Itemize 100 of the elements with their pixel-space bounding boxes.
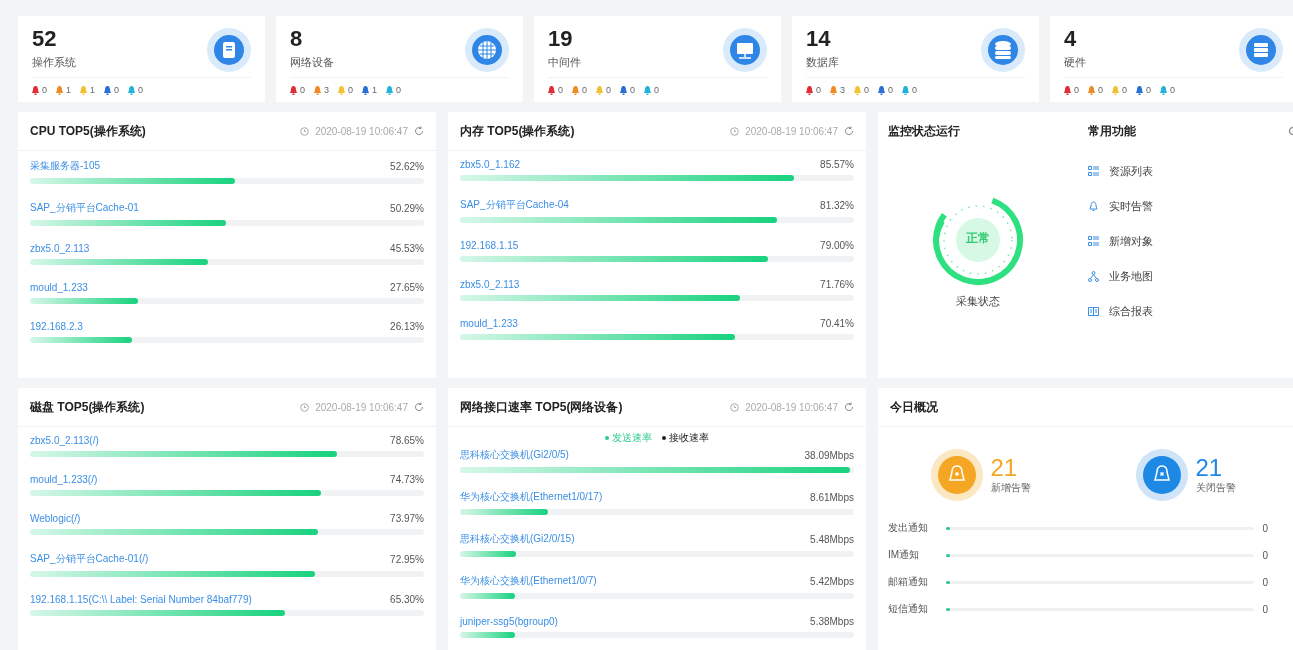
resource-link[interactable]: mould_1.233 (460, 318, 518, 329)
metric-value: 50.29% (390, 202, 424, 214)
refresh-icon[interactable] (844, 126, 854, 136)
resource-link[interactable]: zbx5.0_2.113 (460, 279, 520, 290)
sitemap-icon (1088, 271, 1099, 282)
alert-count: 1 (66, 85, 72, 95)
alert-count: 0 (606, 85, 612, 95)
legend-item: 发送速率 (605, 431, 652, 445)
alert-count: 0 (1170, 85, 1176, 95)
document-icon (214, 35, 244, 65)
resource-link[interactable]: SAP_分销平台Cache-01 (30, 201, 139, 215)
resource-link[interactable]: mould_1.233 (30, 282, 88, 293)
panel-title: 今日概况 (890, 398, 939, 416)
metric-value: 5.42Mbps (810, 575, 854, 587)
alert-count: 0 (114, 85, 120, 95)
resource-link[interactable]: 采集服务器-105 (30, 159, 100, 173)
count: 8 (290, 26, 303, 52)
monitor-icon (730, 35, 760, 65)
refresh-icon[interactable] (414, 126, 424, 136)
card-label: 操作系统 (32, 55, 77, 70)
metric-value: 74.73% (390, 474, 424, 485)
resource-link[interactable]: juniper-ssg5(bgroup0) (460, 616, 558, 627)
stat-count: 21 (990, 455, 1019, 481)
metric-value: 73.97% (390, 513, 424, 524)
metric-value: 5.48Mbps (810, 533, 854, 545)
notification-label: 短信通知 (888, 602, 929, 616)
bell-plus-icon (937, 456, 976, 494)
notification-count: 0 (1262, 603, 1268, 615)
resource-link[interactable]: 192.168.1.15(C:\\ Label: Serial Number 84baf779) (30, 594, 252, 605)
resource-link[interactable]: SAP_分销平台Cache-04 (460, 198, 569, 212)
resource-link[interactable]: zbx5.0_2.113 (30, 243, 90, 254)
alert-count: 0 (396, 85, 402, 95)
resource-link[interactable]: zbx5.0_1.162 (460, 159, 521, 170)
columns-icon (1088, 306, 1099, 317)
metric-value: 38.09Mbps (804, 449, 854, 461)
alert-count: 0 (558, 85, 563, 95)
clock-icon (300, 402, 310, 412)
metric-value: 8.61Mbps (810, 491, 854, 503)
alert-count: 0 (348, 85, 354, 95)
card-label: 硬件 (1064, 55, 1087, 70)
timestamp: 2020-08-19 10:06:47 (315, 125, 408, 137)
server-icon (1246, 35, 1276, 65)
metric-value: 71.76% (820, 279, 854, 290)
resource-link[interactable]: zbx5.0_2.113(/) (30, 435, 99, 446)
alert-count: 0 (912, 85, 918, 95)
panel-title: 常用功能 (1088, 122, 1137, 140)
alert-count: 1 (372, 85, 378, 95)
notification-count: 0 (1262, 522, 1268, 534)
timestamp: 2020-08-19 10:06:47 (745, 125, 838, 137)
stat-label: 新增告警 (990, 481, 1031, 495)
card-label: 网络设备 (290, 55, 335, 70)
list-icon (1088, 236, 1099, 247)
card-label: 中间件 (548, 55, 582, 70)
resource-link[interactable]: 华为核心交换机(Ethernet1/0/7) (460, 574, 597, 588)
alert-count: 0 (138, 85, 144, 95)
metric-value: 72.95% (390, 553, 424, 565)
alert-count: 0 (654, 85, 660, 95)
count: 19 (548, 26, 573, 52)
resource-link[interactable]: SAP_分销平台Cache-01(/) (30, 552, 149, 566)
refresh-icon[interactable] (844, 402, 854, 412)
metric-value: 81.32% (820, 199, 854, 211)
bell-icon (1088, 201, 1099, 212)
alert-count: 0 (1146, 85, 1152, 95)
resource-link[interactable]: mould_1.233(/) (30, 474, 98, 485)
timestamp: 2020-08-19 10:06:47 (745, 401, 838, 413)
legend-item: 接收速率 (662, 431, 709, 445)
function-link[interactable]: 实时告警 (1088, 199, 1293, 214)
card-label: 数据库 (806, 55, 840, 70)
panel-title: CPU TOP5(操作系统) (30, 122, 147, 140)
metric-value: 65.30% (390, 594, 424, 605)
list-icon (1088, 166, 1099, 177)
function-link[interactable]: 新增对象 (1088, 234, 1293, 249)
alert-count: 3 (324, 85, 330, 95)
panel-title: 网络接口速率 TOP5(网络设备) (460, 398, 624, 416)
refresh-icon[interactable] (414, 402, 424, 412)
alert-count: 0 (816, 85, 821, 95)
panel-title: 内存 TOP5(操作系统) (460, 122, 576, 140)
alert-count: 0 (582, 85, 588, 95)
timestamp: 2020-08-19 10:06:47 (315, 401, 408, 413)
function-link[interactable]: 业务地图 (1088, 269, 1293, 284)
resource-link[interactable]: 思科核心交换机(Gi2/0/5) (460, 448, 569, 462)
resource-link[interactable]: 192.168.1.15 (460, 240, 519, 251)
resource-link[interactable]: Weblogic(/) (30, 513, 81, 524)
alert-count: 0 (888, 85, 894, 95)
resource-link[interactable]: 华为核心交换机(Ethernet1/0/17) (460, 490, 603, 504)
metric-value: 26.13% (390, 321, 424, 332)
count: 14 (806, 26, 831, 52)
resource-link[interactable]: 192.168.2.3 (30, 321, 83, 332)
alert-count: 1 (90, 85, 96, 95)
metric-value: 79.00% (820, 240, 854, 251)
alert-count: 0 (1098, 85, 1104, 95)
alert-count: 3 (840, 85, 846, 95)
clock-icon (300, 126, 310, 136)
metric-value: 5.38Mbps (810, 616, 854, 627)
panel-title: 监控状态运行 (888, 122, 961, 140)
function-link[interactable]: 综合报表 (1088, 304, 1293, 319)
metric-value: 27.65% (390, 282, 424, 293)
stat-count: 21 (1195, 455, 1224, 481)
resource-link[interactable]: 思科核心交换机(Gi2/0/15) (460, 532, 575, 546)
function-link[interactable]: 资源列表 (1088, 164, 1293, 179)
